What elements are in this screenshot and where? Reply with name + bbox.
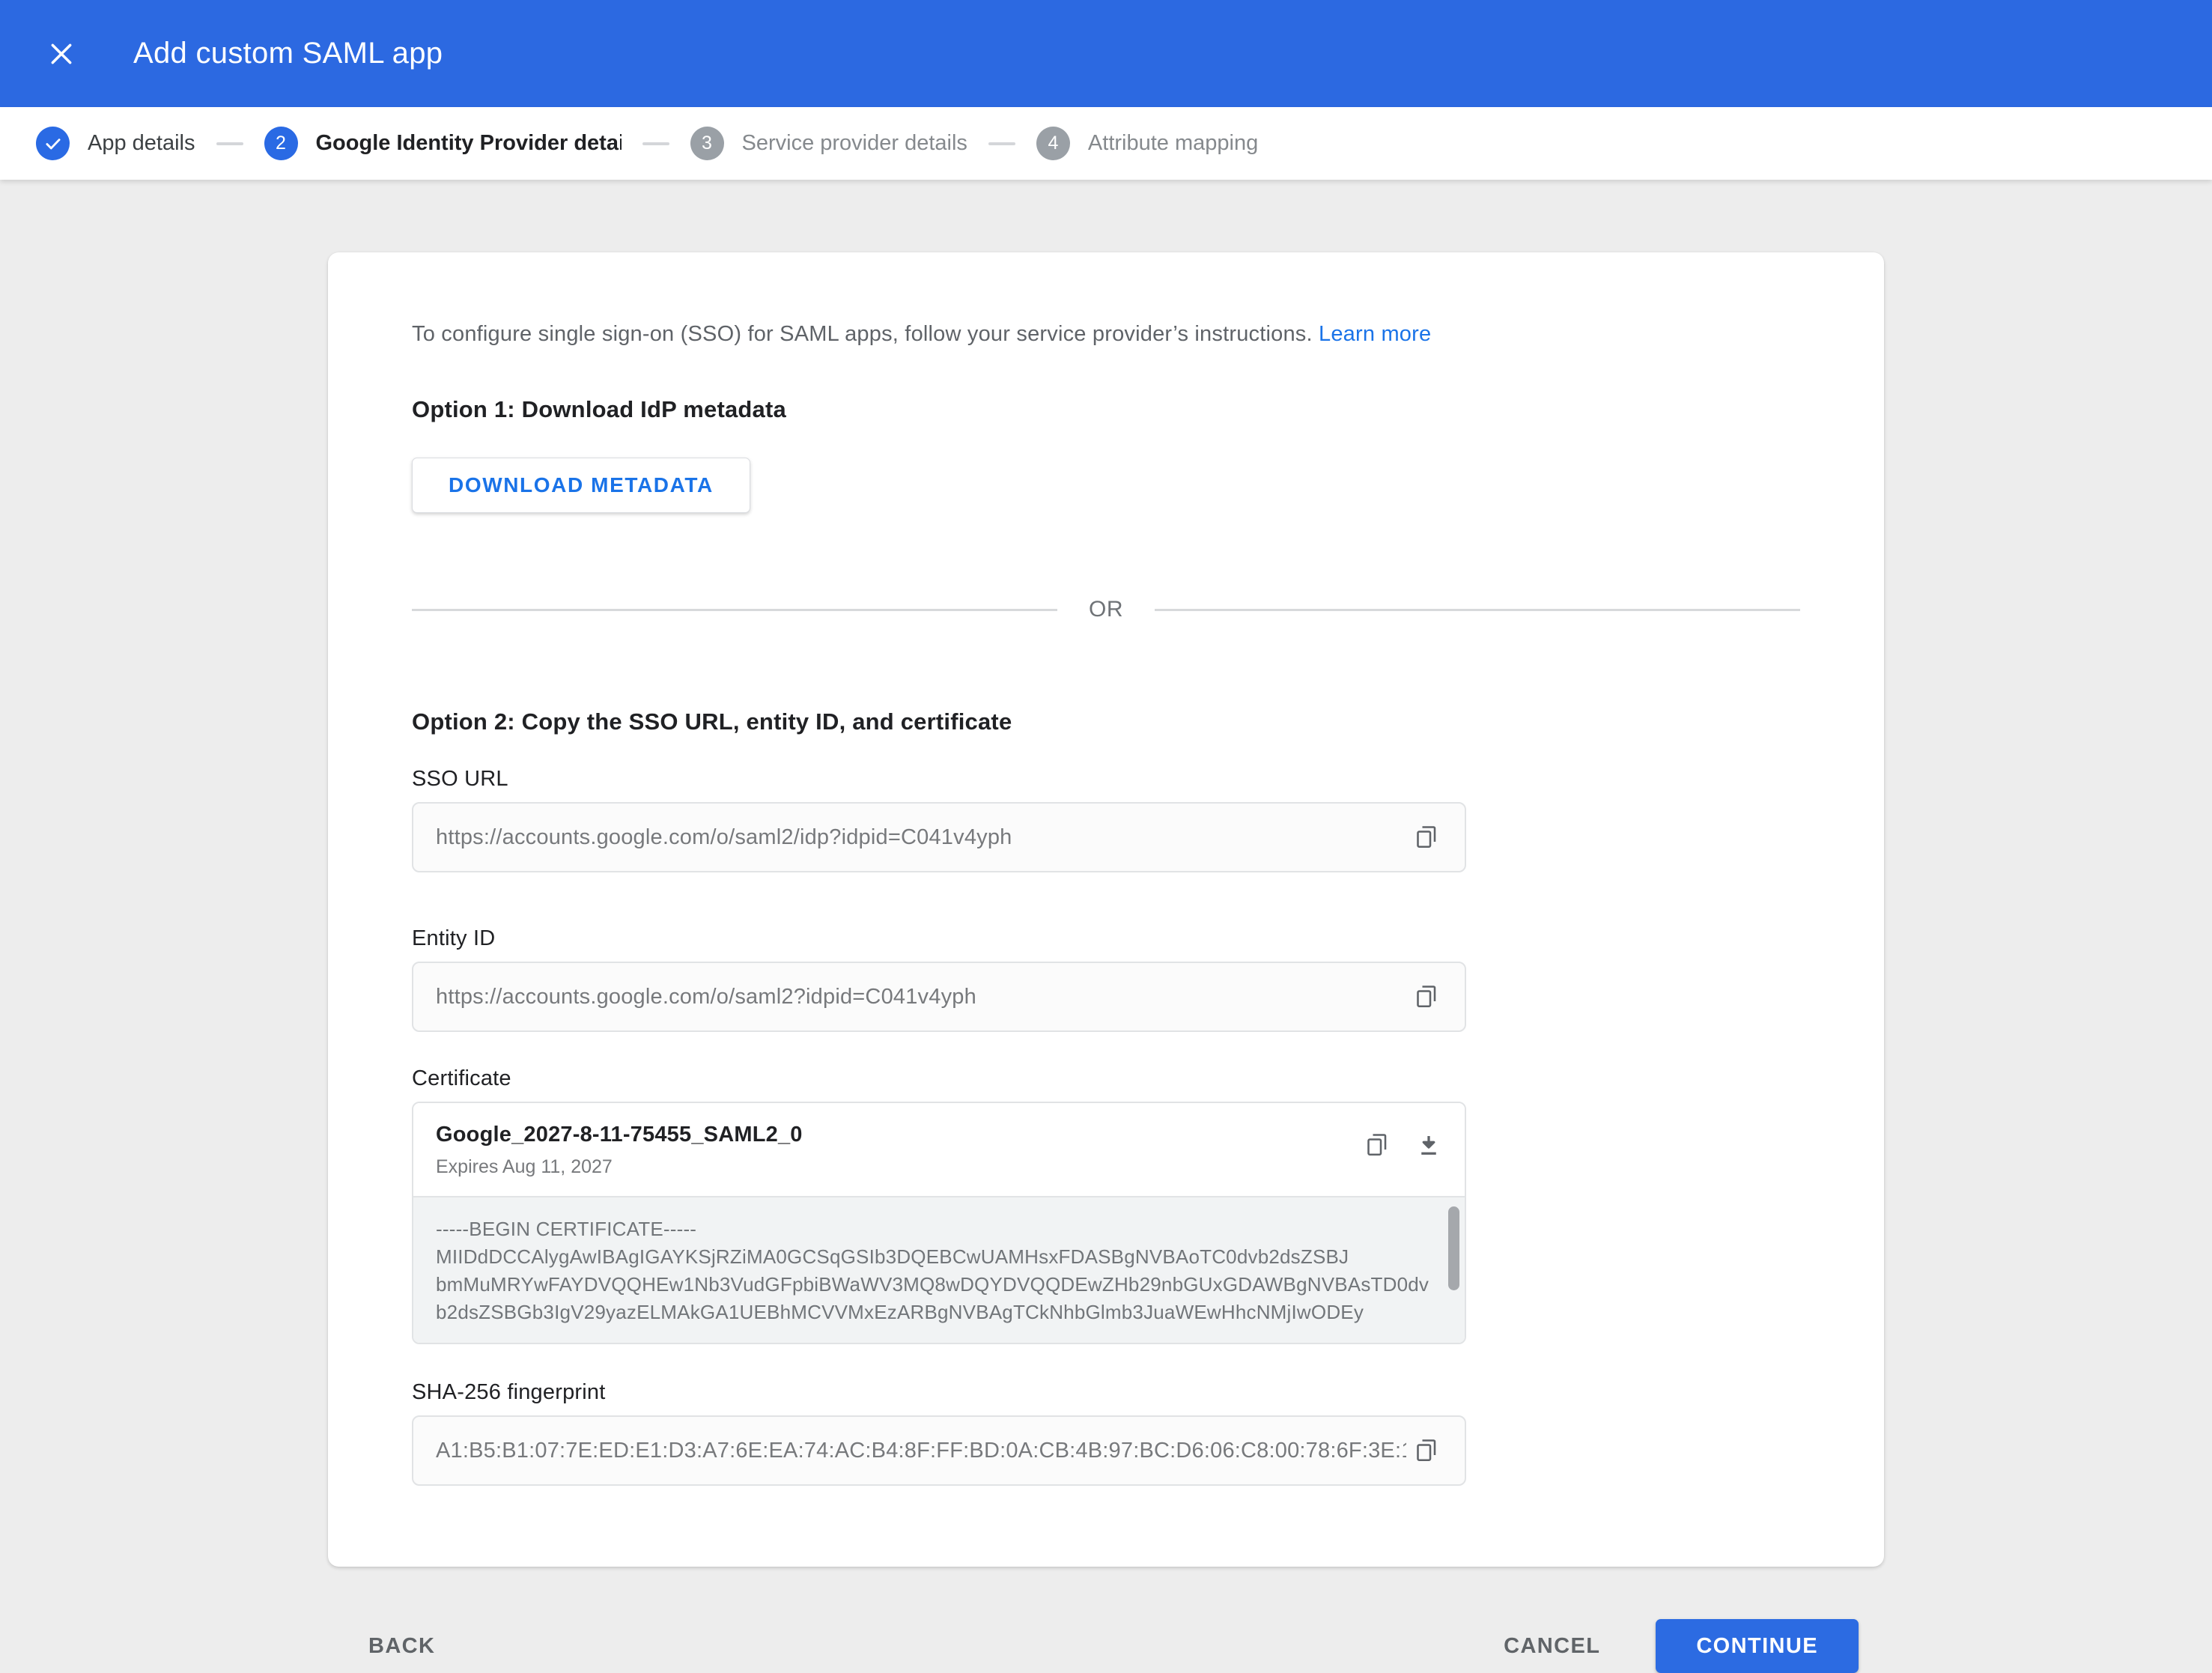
sso-url-label: SSO URL [412,767,1800,792]
certificate-actions [1357,1126,1448,1165]
step-attribute-mapping[interactable]: 4 Attribute mapping [1036,127,1258,160]
entity-id-label: Entity ID [412,926,1800,951]
download-metadata-button[interactable]: DOWNLOAD METADATA [412,458,750,513]
certificate-titles: Google_2027-8-11-75455_SAML2_0 Expires A… [436,1123,1357,1178]
copy-icon [1412,1437,1439,1464]
copy-icon [1412,983,1439,1010]
option1-heading: Option 1: Download IdP metadata [412,396,1800,423]
step-connector [642,142,669,145]
divider-line-left [412,609,1057,611]
step1-check-circle [36,127,70,160]
certificate-copy-button[interactable] [1357,1126,1396,1165]
step-google-idp-details[interactable]: 2 Google Identity Provider details [264,127,622,160]
step-connector [988,142,1015,145]
sso-url-field: https://accounts.google.com/o/saml2/idp?… [412,802,1466,872]
divider-line-right [1155,609,1800,611]
step1-label: App details [88,131,195,156]
divider-or-label: OR [1089,597,1123,622]
entity-id-field: https://accounts.google.com/o/saml2?idpi… [412,962,1466,1032]
certificate-header: Google_2027-8-11-75455_SAML2_0 Expires A… [413,1103,1465,1196]
idp-details-card: To configure single sign-on (SSO) for SA… [328,252,1884,1567]
main-area: To configure single sign-on (SSO) for SA… [0,180,2212,1673]
step-connector [216,142,243,145]
entity-id-copy-button[interactable] [1406,977,1445,1016]
sha256-field: A1:B5:B1:07:7E:ED:E1:D3:A7:6E:EA:74:AC:B… [412,1415,1466,1486]
intro-text-body: To configure single sign-on (SSO) for SA… [412,322,1313,346]
sha256-label: SHA-256 fingerprint [412,1380,1800,1405]
sso-url-value: https://accounts.google.com/o/saml2/idp?… [436,825,1406,850]
sha256-copy-button[interactable] [1406,1431,1445,1470]
certificate-name: Google_2027-8-11-75455_SAML2_0 [436,1123,1357,1147]
wizard-stepper: App details 2 Google Identity Provider d… [0,107,2212,180]
cancel-button[interactable]: CANCEL [1490,1619,1614,1673]
step4-label: Attribute mapping [1088,131,1258,156]
download-icon [1415,1132,1442,1159]
continue-button[interactable]: CONTINUE [1656,1619,1859,1673]
certificate-line: -----BEGIN CERTIFICATE----- [436,1215,1429,1243]
certificate-download-button[interactable] [1409,1126,1448,1165]
certificate-line: bmMuMRYwFAYDVQQHEw1Nb3VudGFpbiBWaWV3MQ8w… [436,1271,1429,1299]
back-button[interactable]: BACK [355,1619,449,1673]
step3-label: Service provider details [742,131,967,156]
step2-number-circle: 2 [264,127,298,160]
close-button[interactable] [39,31,84,76]
option2-heading: Option 2: Copy the SSO URL, entity ID, a… [412,708,1800,735]
certificate-expiry: Expires Aug 11, 2027 [436,1156,1357,1178]
step3-number-circle: 3 [690,127,724,160]
intro-text: To configure single sign-on (SSO) for SA… [412,322,1800,347]
dialog-title: Add custom SAML app [133,37,443,70]
copy-icon [1412,824,1439,851]
or-divider: OR [412,597,1800,622]
certificate-box: Google_2027-8-11-75455_SAML2_0 Expires A… [412,1102,1466,1344]
certificate-line: b2dsZSBGb3IgV29yazELMAkGA1UEBhMCVVMxEzAR… [436,1299,1429,1326]
copy-icon [1363,1132,1390,1159]
certificate-scrollbar[interactable] [1448,1206,1459,1290]
certificate-body[interactable]: -----BEGIN CERTIFICATE----- MIIDdDCCAlyg… [413,1196,1465,1343]
learn-more-link[interactable]: Learn more [1319,322,1431,346]
certificate-label: Certificate [412,1066,1800,1091]
dialog-header: Add custom SAML app [0,0,2212,107]
sha256-value: A1:B5:B1:07:7E:ED:E1:D3:A7:6E:EA:74:AC:B… [436,1439,1406,1463]
certificate-line: MIIDdDCCAlygAwIBAgIGAYKSjRZiMA0GCSqGSIb3… [436,1243,1429,1271]
step-app-details[interactable]: App details [36,127,195,160]
step4-number-circle: 4 [1036,127,1070,160]
step-service-provider-details[interactable]: 3 Service provider details [690,127,967,160]
sso-url-copy-button[interactable] [1406,818,1445,857]
entity-id-value: https://accounts.google.com/o/saml2?idpi… [436,985,1406,1009]
check-icon [43,134,63,154]
footer-actions: BACK CANCEL CONTINUE [328,1619,1884,1673]
close-icon [46,39,76,69]
step2-label: Google Identity Provider details [316,131,622,156]
